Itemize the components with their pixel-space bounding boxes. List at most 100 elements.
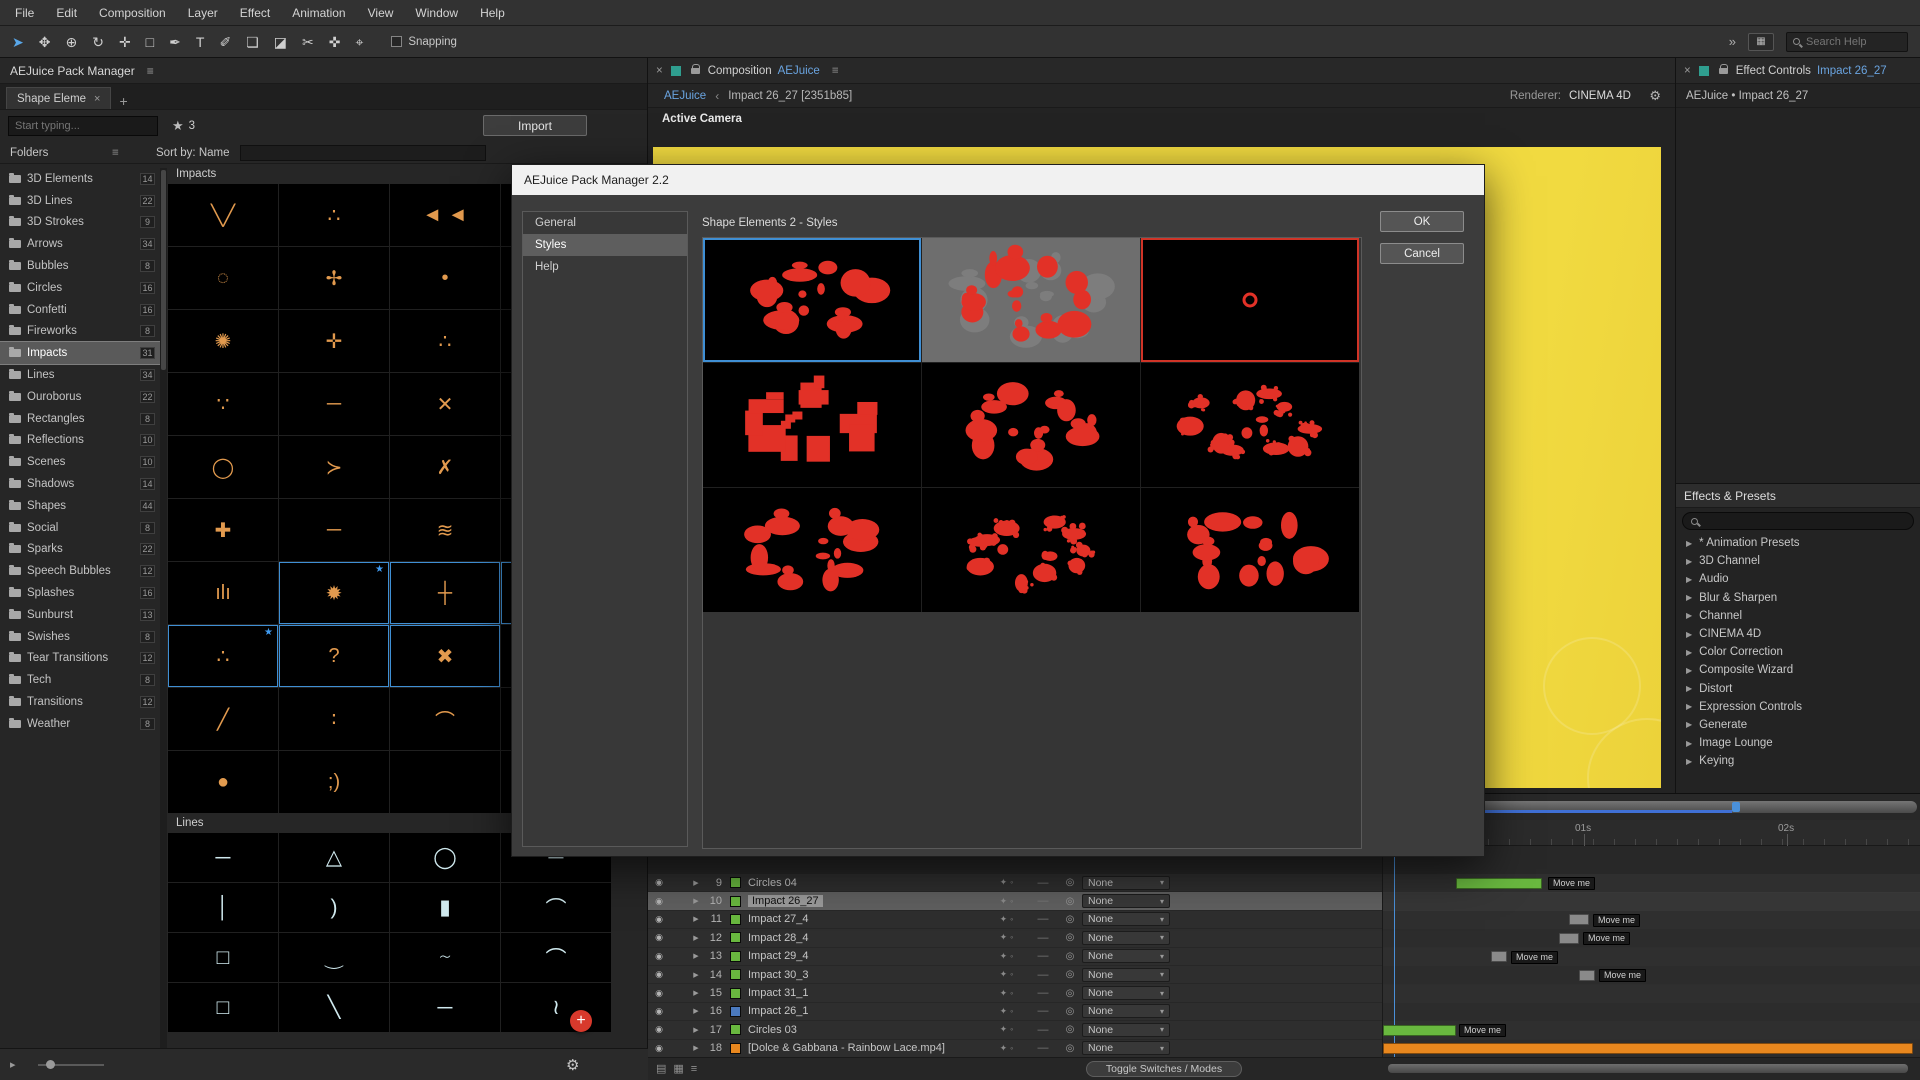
style-thumbnail-2[interactable] bbox=[922, 238, 1140, 362]
sort-by-label[interactable]: Sort by: Name bbox=[146, 147, 230, 159]
close-icon[interactable]: × bbox=[648, 65, 669, 77]
parent-dropdown[interactable]: None ▾ bbox=[1082, 894, 1170, 909]
folder-item[interactable]: Sparks 22 bbox=[0, 539, 160, 561]
orbit-camera-tool-icon[interactable]: ↻ bbox=[92, 35, 104, 49]
folder-item[interactable]: Ouroborus 22 bbox=[0, 386, 160, 408]
shape-thumbnail[interactable]: ∴ ★ bbox=[168, 625, 278, 687]
shape-thumbnail[interactable]: ┼ bbox=[390, 562, 500, 624]
slider-knob[interactable] bbox=[45, 1059, 55, 1069]
shape-thumbnail[interactable]: ∴ bbox=[279, 184, 389, 246]
parent-pickwhip-icon[interactable]: ◎ bbox=[1058, 1043, 1082, 1054]
folder-item[interactable]: Transitions 12 bbox=[0, 691, 160, 713]
twirl-icon[interactable]: ▶ bbox=[688, 1026, 704, 1034]
visibility-eye-icon[interactable]: ◉ bbox=[648, 877, 670, 888]
effect-category[interactable]: ▶ Expression Controls bbox=[1676, 698, 1920, 716]
folder-item[interactable]: Social 8 bbox=[0, 517, 160, 539]
panel-menu-icon[interactable]: ≡ bbox=[147, 64, 154, 78]
parent-pickwhip-icon[interactable]: ◎ bbox=[1058, 932, 1082, 943]
menu-item-effect[interactable]: Effect bbox=[229, 0, 281, 26]
parent-dropdown[interactable]: None ▾ bbox=[1082, 930, 1170, 945]
cancel-button[interactable]: Cancel bbox=[1380, 243, 1464, 264]
timeline-clip[interactable] bbox=[1579, 969, 1595, 981]
layer-row[interactable]: ◉ ▶ 15 Impact 31_1 ✦◦ — ◎ None ▾ bbox=[648, 984, 1382, 1003]
timeline-toggle-icons[interactable]: ▤▦≡ bbox=[656, 1062, 704, 1075]
layer-row[interactable]: ◉ ▶ 14 Impact 30_3 ✦◦ — ◎ None ▾ bbox=[648, 965, 1382, 985]
twirl-icon[interactable]: ▶ bbox=[688, 897, 704, 905]
parent-dropdown[interactable]: None ▾ bbox=[1082, 1004, 1170, 1019]
parent-dropdown[interactable]: None ▾ bbox=[1082, 875, 1170, 890]
layer-color-swatch[interactable] bbox=[730, 987, 741, 999]
folder-item[interactable]: Scenes 10 bbox=[0, 451, 160, 473]
layer-row[interactable]: ◉ ▶ 10 Impact 26_27 ✦◦ — ◎ None ▾ bbox=[648, 892, 1382, 911]
style-thumbnail-8[interactable] bbox=[922, 488, 1140, 612]
scrollbar-thumb[interactable] bbox=[161, 170, 166, 370]
thumbnail-size-slider[interactable] bbox=[37, 1059, 104, 1069]
twirl-icon[interactable]: ▶ bbox=[688, 952, 704, 960]
layer-row[interactable]: ◉ ▶ 17 Circles 03 ✦◦ — ◎ None ▾ bbox=[648, 1021, 1382, 1040]
effect-category[interactable]: ▶ Channel bbox=[1676, 607, 1920, 625]
shape-thumbnail[interactable]: ▮ bbox=[390, 883, 500, 932]
pack-search-input[interactable] bbox=[8, 116, 158, 136]
ok-button[interactable]: OK bbox=[1380, 211, 1464, 232]
folder-item[interactable]: Reflections 10 bbox=[0, 430, 160, 452]
tab-shape-elements[interactable]: Shape Eleme × bbox=[6, 87, 112, 109]
shape-thumbnail[interactable]: ∶ bbox=[279, 688, 389, 750]
modal-nav-help[interactable]: Help bbox=[523, 256, 687, 278]
shape-thumbnail[interactable]: ─ bbox=[279, 499, 389, 561]
shape-thumbnail[interactable]: ✛ bbox=[279, 310, 389, 372]
visibility-eye-icon[interactable]: ◉ bbox=[648, 988, 670, 999]
parent-dropdown[interactable]: None ▾ bbox=[1082, 967, 1170, 982]
menu-item-edit[interactable]: Edit bbox=[45, 0, 88, 26]
visibility-eye-icon[interactable]: ◉ bbox=[648, 932, 670, 943]
folder-item[interactable]: Splashes 16 bbox=[0, 582, 160, 604]
effect-controls-tab-label[interactable]: Effect Controls bbox=[1736, 65, 1811, 77]
folders-menu-icon[interactable]: ≡ bbox=[112, 147, 146, 159]
gear-icon[interactable]: ⚙ bbox=[566, 1056, 579, 1074]
folder-item[interactable]: Swishes 8 bbox=[0, 626, 160, 648]
shape-thumbnail[interactable]: ⌒ bbox=[390, 688, 500, 750]
toggle-switches-modes-button[interactable]: Toggle Switches / Modes bbox=[1086, 1061, 1242, 1077]
folder-scrollbar[interactable] bbox=[160, 168, 167, 1048]
effect-category[interactable]: ▶ Distort bbox=[1676, 680, 1920, 698]
shape-thumbnail[interactable]: ╲╱ bbox=[168, 184, 278, 246]
twirl-icon[interactable]: ▶ bbox=[688, 989, 704, 997]
visibility-eye-icon[interactable]: ◉ bbox=[648, 969, 670, 980]
twirl-icon[interactable]: ▶ bbox=[688, 915, 704, 923]
shape-thumbnail[interactable]: ─ bbox=[279, 373, 389, 435]
effect-category[interactable]: ▶ Generate bbox=[1676, 716, 1920, 734]
shape-thumbnail[interactable]: ≻ bbox=[279, 436, 389, 498]
effects-search-input[interactable] bbox=[1682, 512, 1914, 530]
layer-color-swatch[interactable] bbox=[730, 950, 741, 962]
timeline-clip[interactable] bbox=[1383, 1043, 1913, 1055]
shape-thumbnail[interactable]: ;) bbox=[279, 751, 389, 813]
shape-thumbnail[interactable]: ✢ bbox=[279, 247, 389, 309]
folder-item[interactable]: 3D Lines 22 bbox=[0, 190, 160, 212]
shape-thumbnail[interactable]: ✺ bbox=[168, 310, 278, 372]
shape-thumbnail[interactable]: ✕ bbox=[390, 373, 500, 435]
effect-category[interactable]: ▶ Audio bbox=[1676, 570, 1920, 588]
style-thumbnail-7[interactable] bbox=[703, 488, 921, 612]
sort-field[interactable] bbox=[239, 144, 486, 161]
renderer-settings-icon[interactable]: ⚙ bbox=[1649, 88, 1661, 104]
shape-thumbnail[interactable]: ∼ bbox=[390, 933, 500, 982]
folder-item[interactable]: Sunburst 13 bbox=[0, 604, 160, 626]
folder-item[interactable]: Arrows 34 bbox=[0, 233, 160, 255]
folder-item[interactable]: Tech 8 bbox=[0, 669, 160, 691]
close-icon[interactable]: × bbox=[94, 93, 100, 105]
shape-thumbnail[interactable]: ◯ bbox=[390, 833, 500, 882]
shape-tool-icon[interactable]: □ bbox=[146, 35, 154, 49]
shape-thumbnail[interactable]: ? bbox=[279, 625, 389, 687]
help-search-input[interactable] bbox=[1806, 35, 1894, 48]
layer-color-swatch[interactable] bbox=[730, 1005, 741, 1017]
hand-tool-icon[interactable]: ✥ bbox=[39, 35, 51, 49]
shape-thumbnail[interactable]: ✚ bbox=[168, 499, 278, 561]
workspace-icon[interactable]: ▦ bbox=[1748, 32, 1774, 51]
shape-thumbnail[interactable]: ‿ bbox=[279, 933, 389, 982]
effects-presets-header[interactable]: Effects & Presets bbox=[1676, 484, 1920, 508]
layer-row[interactable]: ◉ ▶ 18 [Dolce & Gabbana - Rainbow Lace.mp4]… bbox=[648, 1039, 1382, 1058]
menu-item-window[interactable]: Window bbox=[404, 0, 469, 26]
effect-controls-tab-target[interactable]: Impact 26_27 bbox=[1817, 65, 1887, 77]
effect-category[interactable]: ▶ * Animation Presets bbox=[1676, 534, 1920, 552]
zoom-tool-icon[interactable]: ⊕ bbox=[65, 35, 77, 49]
puppet-pin-tool-icon[interactable]: ✜ bbox=[329, 35, 341, 49]
